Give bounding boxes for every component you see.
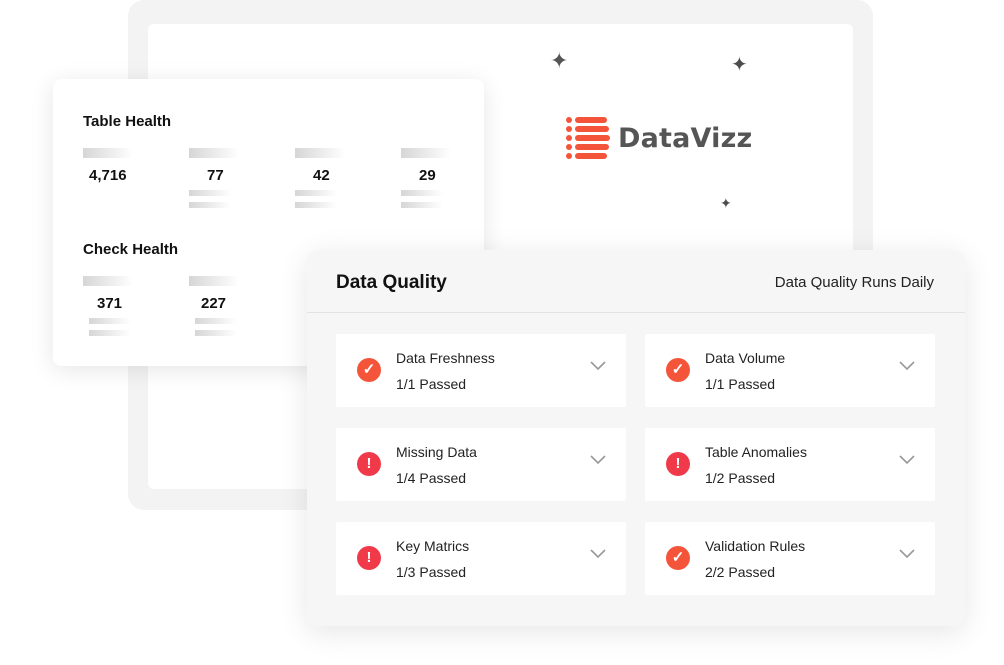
check-health-title: Check Health [83,241,179,258]
check-name: Table Anomalies [705,444,807,460]
brand-name: DataVizz [618,122,753,154]
check-status: 1/2 Passed [705,470,776,486]
check-item-table-anomalies[interactable]: ! Table Anomalies 1/2 Passed [645,428,935,501]
sparkle-icon: ✦ [550,48,569,73]
metric-value: 4,716 [89,167,127,184]
check-circle-icon: ✓ [666,358,690,382]
chevron-down-icon[interactable] [899,455,915,465]
divider [307,312,965,313]
check-item-data-volume[interactable]: ✓ Data Volume 1/1 Passed [645,334,935,407]
table-health-title: Table Health [83,113,172,130]
sparkle-icon: ✦ [731,54,748,76]
check-item-validation-rules[interactable]: ✓ Validation Rules 2/2 Passed [645,522,935,595]
datavizz-logo-mark-icon [566,116,610,160]
alert-circle-icon: ! [357,452,381,476]
check-status: 1/1 Passed [396,376,467,392]
check-name: Validation Rules [705,538,806,554]
chevron-down-icon[interactable] [590,361,606,371]
check-name: Key Matrics [396,538,470,554]
chevron-down-icon[interactable] [899,361,915,371]
data-quality-title: Data Quality [336,272,447,293]
check-item-missing-data[interactable]: ! Missing Data 1/4 Passed [336,428,626,501]
check-name: Data Freshness [396,350,495,366]
chevron-down-icon[interactable] [899,549,915,559]
check-status: 1/4 Passed [396,470,467,486]
check-status: 1/1 Passed [705,376,776,392]
check-item-key-matrics[interactable]: ! Key Matrics 1/3 Passed [336,522,626,595]
data-quality-panel: Data Quality Data Quality Runs Daily ✓ D… [307,250,965,626]
check-name: Data Volume [705,350,786,366]
check-item-data-freshness[interactable]: ✓ Data Freshness 1/1 Passed [336,334,626,407]
metric-value: 29 [419,167,436,184]
metric-value: 227 [201,295,227,312]
sparkle-icon: ✦ [720,195,732,211]
check-status: 1/3 Passed [396,564,467,580]
check-status: 2/2 Passed [705,564,776,580]
metric-value: 371 [97,295,123,312]
alert-circle-icon: ! [666,452,690,476]
check-circle-icon: ✓ [666,546,690,570]
data-quality-schedule: Data Quality Runs Daily [774,274,934,291]
alert-circle-icon: ! [357,546,381,570]
check-circle-icon: ✓ [357,358,381,382]
check-name: Missing Data [396,444,477,460]
datavizz-logo: DataVizz [566,116,752,160]
chevron-down-icon[interactable] [590,455,606,465]
metric-value: 77 [207,167,224,184]
chevron-down-icon[interactable] [590,549,606,559]
metric-value: 42 [313,167,330,184]
